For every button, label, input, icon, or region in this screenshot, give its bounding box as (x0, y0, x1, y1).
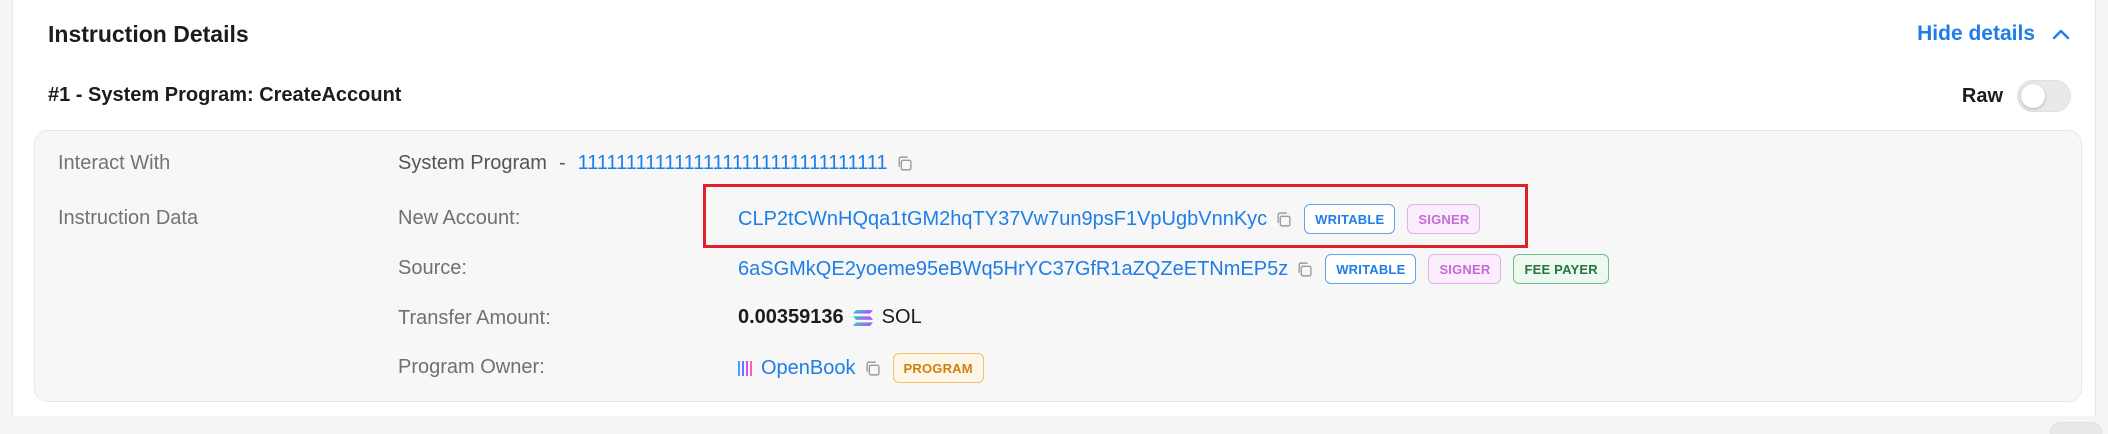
signer-badge: SIGNER (1428, 254, 1502, 284)
new-account-address-link[interactable]: CLP2tCWnHQqa1tGM2hqTY37Vw7un9psF1VpUgbVn… (738, 208, 1267, 231)
program-owner-label: Program Owner: (398, 356, 545, 378)
toggle-knob (2021, 84, 2045, 108)
source-value: 6aSGMkQE2yoeme95eBWq5HrYC37GfR1aZQZeETNm… (738, 254, 1609, 284)
separator: - (558, 152, 566, 174)
solana-icon (852, 309, 873, 326)
card-title: Instruction Details (48, 21, 249, 47)
new-account-value: CLP2tCWnHQqa1tGM2hqTY37Vw7un9psF1VpUgbVn… (738, 204, 1481, 234)
hide-details-label: Hide details (1917, 22, 2035, 45)
new-account-label: New Account: (398, 207, 521, 229)
signer-badge: SIGNER (1407, 204, 1481, 234)
program-address-link[interactable]: 11111111111111111111111111111111 (578, 152, 888, 175)
program-badge: PROGRAM (892, 353, 984, 383)
source-label: Source: (398, 257, 467, 279)
copy-icon[interactable] (1296, 261, 1313, 278)
copy-icon[interactable] (1275, 211, 1292, 228)
bottom-strip (12, 416, 2096, 434)
raw-label: Raw (1961, 84, 2003, 107)
toggle-partial[interactable] (2050, 422, 2102, 434)
instruction-title: #1 - System Program: CreateAccount (48, 84, 402, 106)
raw-toggle-group: Raw (1962, 80, 2071, 112)
program-name: System Program (398, 152, 547, 174)
interact-with-label: Interact With (58, 152, 171, 174)
hide-details-button[interactable]: Hide details (1917, 22, 2073, 46)
token-symbol: SOL (881, 306, 922, 328)
writable-badge: WRITABLE (1325, 254, 1417, 284)
copy-icon[interactable] (896, 155, 913, 172)
program-owner-value: OpenBook PROGRAM (738, 353, 984, 383)
program-owner-link[interactable]: OpenBook (761, 357, 856, 380)
interact-with-value: System Program - 11111111111111111111111… (398, 152, 913, 175)
openbook-icon (738, 360, 752, 376)
writable-badge: WRITABLE (1304, 204, 1396, 234)
fee-payer-badge: FEE PAYER (1513, 254, 1609, 284)
source-address-link[interactable]: 6aSGMkQE2yoeme95eBWq5HrYC37GfR1aZQZeETNm… (738, 258, 1288, 281)
copy-icon[interactable] (864, 360, 881, 377)
transfer-amount-value: 0.00359136 SOL (738, 306, 922, 329)
amount-value: 0.00359136 (738, 306, 844, 328)
raw-toggle[interactable] (2017, 80, 2071, 112)
transfer-amount-label: Transfer Amount: (398, 307, 551, 329)
instruction-data-label: Instruction Data (58, 207, 199, 229)
chevron-up-icon (2052, 29, 2070, 40)
